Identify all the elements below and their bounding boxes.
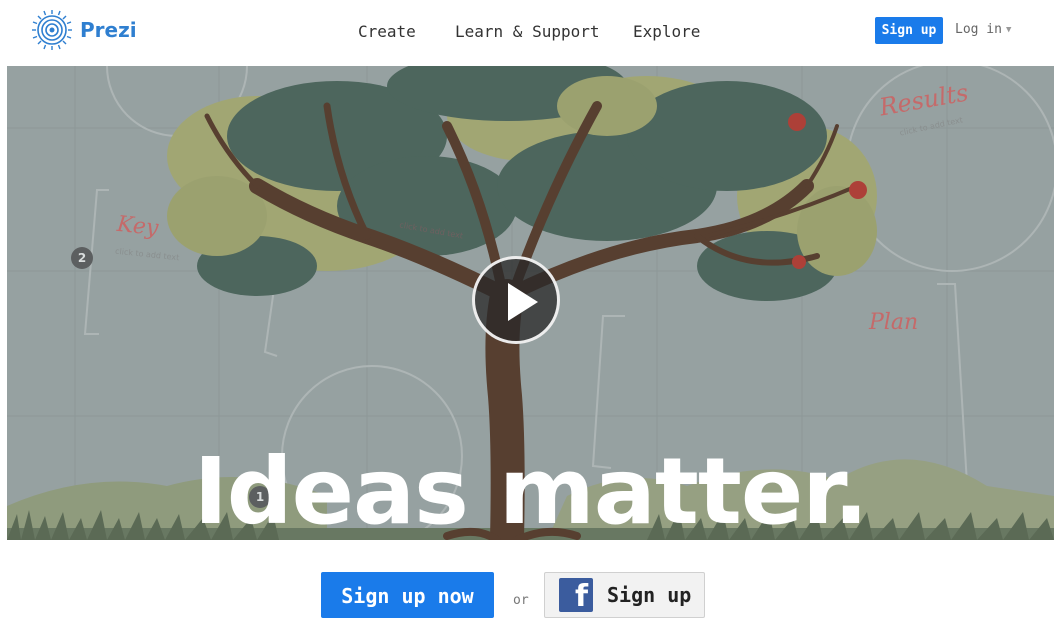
login-label: Log in	[955, 22, 1002, 37]
nav-explore[interactable]: Explore	[633, 22, 700, 41]
hero-headline: Ideas matter.	[193, 438, 869, 540]
nav-learn-support[interactable]: Learn & Support	[455, 22, 600, 41]
facebook-icon: f	[559, 578, 593, 614]
header-signup-button[interactable]: Sign up	[875, 17, 943, 44]
hero-video[interactable]: Key click to add text Results click to a…	[7, 66, 1054, 540]
caret-down-icon: ▼	[1005, 24, 1012, 35]
facebook-signup-label: Sign up	[607, 583, 692, 607]
step-badge-2: 2	[71, 247, 93, 269]
nav-create[interactable]: Create	[358, 22, 416, 41]
signup-now-button[interactable]: Sign up now	[321, 572, 494, 618]
label-key: Key	[115, 211, 160, 242]
facebook-signup-button[interactable]: f Sign up	[544, 572, 705, 618]
play-button[interactable]	[472, 256, 560, 344]
play-icon	[508, 283, 538, 321]
label-plan: Plan	[869, 310, 919, 335]
or-separator: or	[513, 593, 529, 608]
login-dropdown[interactable]: Log in ▼	[955, 22, 1011, 37]
site-header: Prezi Create Learn & Support Explore Sig…	[0, 0, 1054, 66]
